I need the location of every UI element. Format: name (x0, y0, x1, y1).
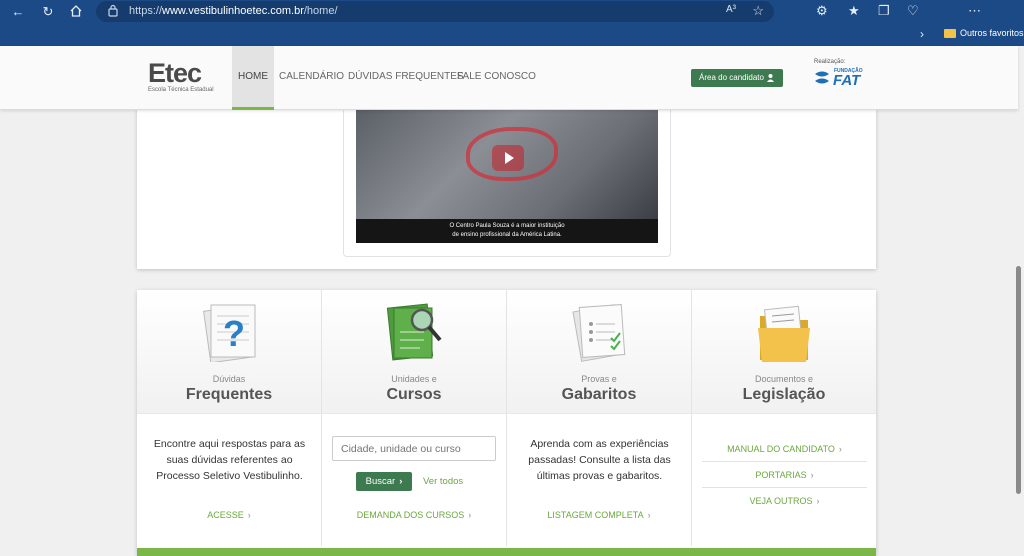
chevron-right-icon: › (647, 510, 651, 520)
home-icon[interactable] (68, 4, 84, 20)
read-aloud-icon[interactable]: A³ (726, 4, 736, 15)
collections-icon[interactable]: ❐ (878, 3, 890, 19)
card-subtitle: Documentos e (754, 374, 814, 384)
card-title: Legislação (742, 386, 826, 403)
chevron-right-icon: › (816, 496, 820, 506)
card-subtitle: Unidades e (391, 374, 437, 384)
user-icon (767, 74, 774, 82)
card-subtitle: Dúvidas (212, 374, 246, 384)
card-title: Gabaritos (561, 386, 637, 403)
listagem-completa-link[interactable]: LISTAGEM COMPLETA › (507, 510, 691, 520)
card-gabaritos: Provas e Gabaritos Aprenda com as experi… (507, 290, 692, 546)
site-header: Etec Escola Técnica Estadual HOME CALEND… (0, 46, 1018, 110)
fat-logo[interactable]: FUNDAÇÃO FAT (814, 68, 870, 93)
video-panel: O Centro Paula Souza é a maior instituiç… (137, 106, 876, 269)
nav-duvidas-frequentes[interactable]: DÚVIDAS FREQUENTES (348, 46, 464, 110)
browser-toolbar: ← ↻ https://www.vestibulinhoetec.com.br/… (0, 0, 1024, 46)
card-subtitle: Provas e (581, 374, 617, 384)
card-description: Aprenda com as experiências passadas! Co… (528, 438, 671, 482)
svg-text:?: ? (223, 313, 245, 354)
extensions-icon[interactable]: ⚙ (816, 3, 828, 19)
chevron-right-icon: › (247, 510, 251, 520)
chevron-right-icon: › (468, 510, 472, 520)
favorites-chevron-icon[interactable]: › (920, 27, 924, 41)
nav-calendario[interactable]: CALENDÁRIO (279, 46, 344, 110)
play-icon[interactable] (492, 145, 524, 171)
page-scrollbar[interactable] (1014, 46, 1024, 556)
card-legislacao: Documentos e Legislação MANUAL DO CANDID… (692, 290, 876, 546)
area-do-candidato-button[interactable]: Área do candidato (691, 69, 783, 87)
course-search-icon (322, 298, 506, 362)
manual-do-candidato-link[interactable]: MANUAL DO CANDIDATO › (702, 436, 867, 462)
scrollbar-thumb[interactable] (1016, 266, 1021, 494)
back-icon[interactable]: ← (10, 4, 26, 20)
card-header: Unidades e Cursos (322, 290, 506, 414)
favorite-star-icon[interactable]: ☆ (752, 3, 764, 19)
course-search-input[interactable] (332, 436, 496, 461)
ver-todos-link[interactable]: Ver todos (423, 476, 463, 487)
chevron-right-icon: › (399, 476, 403, 487)
card-description: Encontre aqui respostas para as suas dúv… (153, 438, 306, 482)
realizacao-label: Realização: (814, 59, 846, 65)
footer-accent-strip (137, 548, 876, 556)
institutional-video[interactable]: O Centro Paula Souza é a maior instituiç… (356, 109, 658, 243)
etec-logo[interactable]: Etec Escola Técnica Estadual (148, 60, 214, 94)
chevron-right-icon: › (838, 444, 842, 454)
question-document-icon: ? (137, 298, 321, 364)
address-bar[interactable]: https://www.vestibulinhoetec.com.br/home… (96, 1, 774, 22)
video-caption: O Centro Paula Souza é a maior instituiç… (356, 219, 658, 243)
lock-icon (108, 4, 118, 17)
folder-documents-icon (692, 298, 876, 362)
card-header: ? Dúvidas Frequentes (137, 290, 321, 414)
card-header: Documentos e Legislação (692, 290, 876, 414)
refresh-icon[interactable]: ↻ (40, 4, 56, 20)
card-cursos: Unidades e Cursos Buscar› Ver todos DEMA… (322, 290, 507, 546)
more-menu-icon[interactable]: ⋯ (968, 3, 981, 19)
nav-fale-conosco[interactable]: FALE CONOSCO (457, 46, 536, 110)
nav-home[interactable]: HOME (232, 46, 274, 110)
feature-cards: ? Dúvidas Frequentes Encontre aqui respo… (137, 290, 876, 556)
portarias-link[interactable]: PORTARIAS › (702, 462, 867, 488)
answer-sheet-icon (507, 298, 691, 362)
veja-outros-link[interactable]: VEJA OUTROS › (702, 488, 867, 514)
card-title: Cursos (386, 386, 442, 403)
favorites-folder-link[interactable]: Outros favoritos (960, 28, 1024, 38)
acesse-link[interactable]: ACESSE › (137, 510, 321, 520)
demanda-cursos-link[interactable]: DEMANDA DOS CURSOS › (322, 510, 506, 520)
card-header: Provas e Gabaritos (507, 290, 691, 414)
buscar-button[interactable]: Buscar › (356, 472, 412, 491)
health-icon[interactable]: ♡ (907, 3, 919, 19)
folder-icon (944, 29, 956, 38)
card-title: Frequentes (185, 386, 273, 403)
url-text: https://www.vestibulinhoetec.com.br/home… (129, 5, 338, 17)
video-frame: O Centro Paula Souza é a maior instituiç… (343, 106, 671, 257)
chevron-right-icon: › (810, 470, 814, 480)
card-duvidas: ? Dúvidas Frequentes Encontre aqui respo… (137, 290, 322, 546)
favorites-icon[interactable]: ★ (848, 3, 860, 19)
